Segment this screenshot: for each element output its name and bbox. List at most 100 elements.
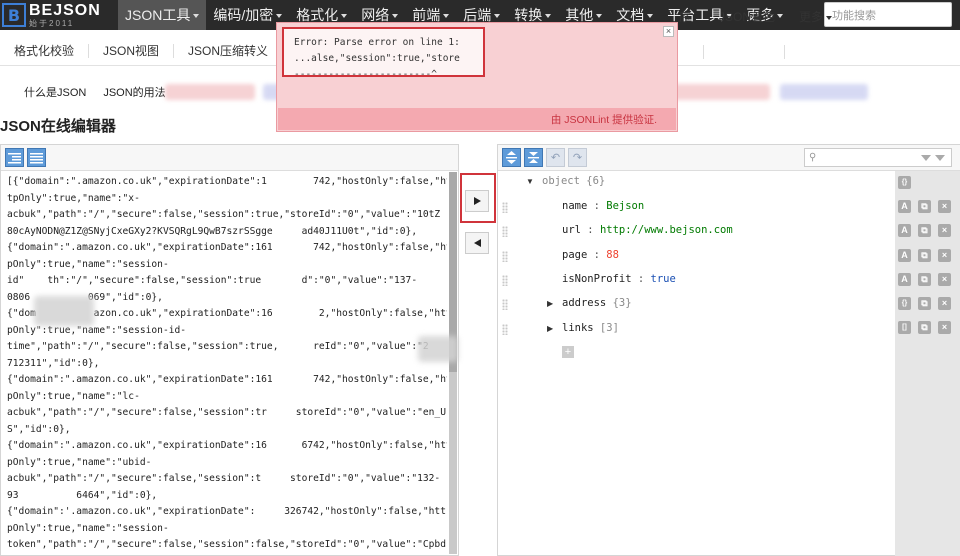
caret-down-icon <box>647 14 654 19</box>
object-type-icon[interactable]: {} <box>898 176 911 189</box>
drag-handle-icon[interactable] <box>502 323 508 335</box>
expanded-triangle-icon[interactable]: ▼ <box>526 177 534 186</box>
link-what-is-json[interactable]: 什么是JSON <box>0 84 86 100</box>
tree-count: {3} <box>606 297 632 310</box>
tool-format-validate[interactable]: 格式化校验 <box>0 42 88 59</box>
tree-root-row[interactable]: ▼ object {6} <box>497 171 959 195</box>
remove-icon[interactable]: × <box>938 200 951 213</box>
indent-icon <box>8 152 21 163</box>
drag-handle-icon[interactable] <box>502 299 508 311</box>
editor-line: {"domain":'.amazon.co.uk","expirationDat… <box>7 506 446 517</box>
key-value-separator: : <box>631 272 651 285</box>
tree-value[interactable]: true <box>651 273 676 285</box>
number-type-icon[interactable]: A <box>898 249 911 262</box>
drag-handle-icon[interactable] <box>502 202 508 213</box>
drag-handle-icon[interactable] <box>502 226 508 238</box>
undo-button[interactable]: ↶ <box>546 148 565 167</box>
drag-handle-icon[interactable] <box>502 274 508 286</box>
json-input-panel: [{"domain":".amazon.co.uk","expirationDa… <box>0 144 459 556</box>
editor-line: S","id":0}, <box>7 423 71 435</box>
tree-search-input[interactable]: ⚲ <box>804 148 952 167</box>
remove-icon[interactable]: × <box>938 273 951 286</box>
tree-key[interactable]: url <box>562 224 581 236</box>
caret-down-icon <box>341 14 348 19</box>
tree-row-address[interactable]: ▶ address {3} <box>497 293 959 317</box>
search-next-icon[interactable] <box>921 155 931 161</box>
editor-line: pOnly":true,"name":"ubid- <box>7 456 152 468</box>
blur-mask <box>418 336 458 362</box>
search-prev-icon[interactable] <box>935 155 945 161</box>
duplicate-icon[interactable]: ⧉ <box>918 224 931 237</box>
remove-icon[interactable]: × <box>938 224 951 237</box>
caret-down-icon <box>596 14 603 19</box>
bool-type-icon[interactable]: A <box>898 273 911 286</box>
tree-row-page[interactable]: page : 88 <box>497 245 959 269</box>
root-key: object <box>542 175 580 187</box>
tree-row-name[interactable]: name : Bejson <box>497 196 959 220</box>
tree-toolbar: ↶ ↷ ⚲ <box>498 145 960 171</box>
tree-key[interactable]: name <box>562 200 587 212</box>
duplicate-icon[interactable]: ⧉ <box>918 249 931 262</box>
tree-row-links[interactable]: ▶ links [3] <box>497 318 959 342</box>
drag-handle-icon[interactable] <box>502 250 508 262</box>
add-field-button[interactable]: + <box>562 346 574 358</box>
tool-partial-label[interactable]: 序 <box>679 8 691 25</box>
tree-key[interactable]: address <box>562 297 606 309</box>
divider <box>703 45 704 59</box>
tree-key[interactable]: page <box>562 249 587 261</box>
format-button[interactable] <box>5 148 24 167</box>
convert-to-text-button[interactable] <box>465 232 489 254</box>
jsonlint-credit[interactable]: 由 JSONLint 提供验证. <box>551 112 657 127</box>
remove-icon[interactable]: × <box>938 297 951 310</box>
redo-button[interactable]: ↷ <box>568 148 587 167</box>
remove-icon[interactable]: × <box>938 249 951 262</box>
tool-json-view[interactable]: JSON视图 <box>89 42 173 59</box>
tree-key[interactable]: links <box>562 322 594 334</box>
collapse-all-button[interactable] <box>524 148 543 167</box>
editor-line: acbuk","path":"/","secure":false,"sessio… <box>7 209 441 220</box>
tree-value[interactable]: 88 <box>606 249 619 261</box>
expand-all-button[interactable] <box>502 148 521 167</box>
editor-line: 80cAyNODN@Z1Z@SNyjCxeGXy2?KVSQRgL9QwB7sz… <box>7 225 418 237</box>
key-value-separator: : <box>587 200 607 212</box>
caret-down-icon <box>392 14 399 19</box>
link-json-usage[interactable]: JSON的用法 <box>86 84 165 100</box>
duplicate-icon[interactable]: ⧉ <box>918 273 931 286</box>
editor-line: pOnly":true,"name":"session- <box>7 258 169 270</box>
nav-json-tools[interactable]: JSON工具 <box>118 0 207 30</box>
collapsed-triangle-icon[interactable]: ▶ <box>547 324 553 333</box>
duplicate-icon[interactable]: ⧉ <box>918 321 931 334</box>
tool-json-color[interactable]: JSON着色 <box>719 8 775 25</box>
duplicate-icon[interactable]: ⧉ <box>918 297 931 310</box>
collapse-icon <box>528 152 539 163</box>
caret-down-icon <box>826 15 833 20</box>
function-search-input[interactable]: 功能搜索 <box>824 2 952 27</box>
json-text-editor[interactable]: [{"domain":".amazon.co.uk","expirationDa… <box>7 174 447 554</box>
editor-line: 712311","id":0}, <box>7 357 100 369</box>
editor-line: pOnly":true,"name":"session- <box>7 522 169 534</box>
duplicate-icon[interactable]: ⧉ <box>918 200 931 213</box>
page-title: JSON在线编辑器 <box>0 118 116 135</box>
tree-row-isnonprofit[interactable]: isNonProfit : true <box>497 269 959 293</box>
tool-json-compress[interactable]: JSON压缩转义 <box>174 42 282 59</box>
lines-icon <box>30 152 43 163</box>
editor-line: acbuk","path":"/","secure":false,"sessio… <box>7 407 446 418</box>
root-count: {6} <box>586 175 606 187</box>
tree-key[interactable]: isNonProfit <box>562 273 632 285</box>
remove-icon[interactable]: × <box>938 321 951 334</box>
blurred-ad <box>780 84 868 100</box>
tool-more[interactable]: 更多 <box>799 8 833 25</box>
object-type-icon[interactable]: {} <box>898 297 911 310</box>
tree-value[interactable]: Bejson <box>606 200 644 212</box>
close-icon[interactable]: × <box>663 26 674 37</box>
caret-down-icon <box>443 14 450 19</box>
tree-value[interactable]: http://www.bejson.com <box>600 224 733 236</box>
editor-line: {"domain":".amazon.co.uk","expirationDat… <box>7 440 447 451</box>
compact-button[interactable] <box>27 148 46 167</box>
collapsed-triangle-icon[interactable]: ▶ <box>547 299 553 308</box>
tree-row-url[interactable]: url : http://www.bejson.com <box>497 220 959 244</box>
string-type-icon[interactable]: A <box>898 224 911 237</box>
string-type-icon[interactable]: A <box>898 200 911 213</box>
array-type-icon[interactable]: [] <box>898 321 911 334</box>
logo[interactable]: B BEJSON 始于2011 <box>0 0 118 30</box>
